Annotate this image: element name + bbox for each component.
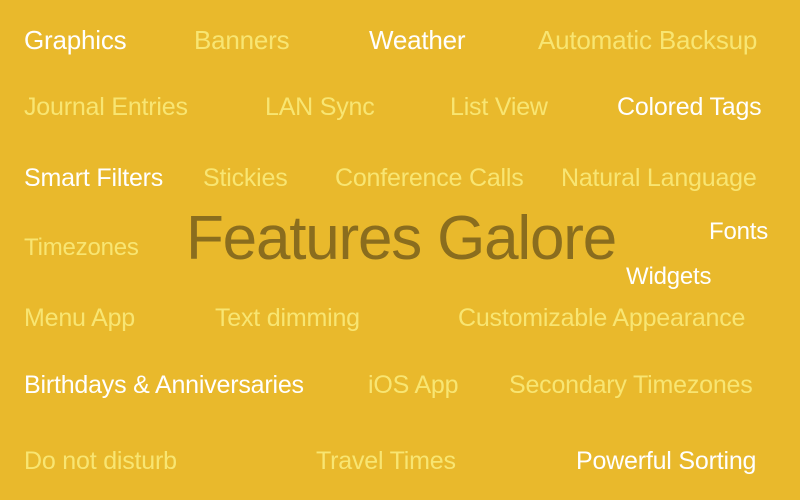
feature-tag: Powerful Sorting xyxy=(576,447,757,475)
feature-tag: Natural Language xyxy=(561,164,757,192)
feature-tag: Fonts xyxy=(709,218,769,245)
feature-tag: Timezones xyxy=(24,234,139,261)
feature-tag: Graphics xyxy=(24,25,127,55)
feature-tag: iOS App xyxy=(368,371,459,399)
feature-tag: Smart Filters xyxy=(24,164,164,192)
feature-tag: LAN Sync xyxy=(265,93,375,121)
feature-tag: Conference Calls xyxy=(335,164,524,192)
page-headline: Features Galore xyxy=(186,204,617,273)
feature-word-cloud: Graphics Banners Weather Automatic Backsup J… xyxy=(0,0,800,500)
feature-tag: Banners xyxy=(194,25,290,55)
feature-tag: Colored Tags xyxy=(617,93,762,121)
feature-tag: Widgets xyxy=(626,263,712,290)
feature-tag: Do not disturb xyxy=(24,447,177,475)
feature-tag: Weather xyxy=(369,25,466,55)
feature-tag: Journal Entries xyxy=(24,93,188,121)
feature-tag: List View xyxy=(450,93,548,121)
feature-tag: Birthdays & Anniversaries xyxy=(24,371,304,399)
feature-tag: Stickies xyxy=(203,164,288,192)
feature-tag: Travel Times xyxy=(316,447,456,475)
feature-tag: Secondary Timezones xyxy=(509,371,753,399)
feature-tag: Automatic Backsup xyxy=(538,25,758,55)
feature-tag: Text dimming xyxy=(215,304,360,332)
feature-tag: Menu App xyxy=(24,304,135,332)
feature-tag: Customizable Appearance xyxy=(458,304,746,332)
